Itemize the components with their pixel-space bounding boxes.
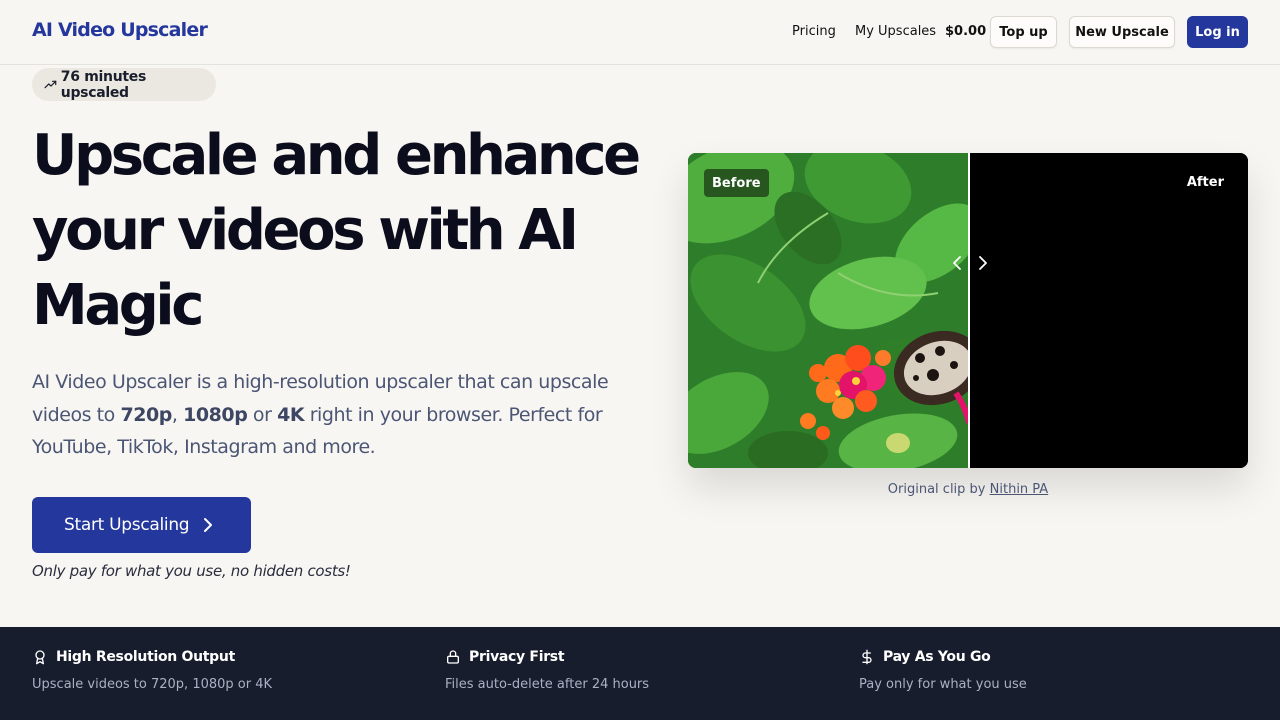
feature-title: High Resolution Output <box>56 649 235 665</box>
resolution-720p: 720p <box>120 403 172 426</box>
credit-balance: $0.00 <box>945 24 987 39</box>
dollar-icon <box>862 649 872 665</box>
headline-line: your videos with AI <box>32 198 579 263</box>
before-label: Before <box>704 169 769 197</box>
nav-my-upscales-link[interactable]: My Upscales <box>855 24 936 39</box>
slider-divider[interactable] <box>968 153 970 468</box>
top-up-button[interactable]: Top up <box>990 16 1057 48</box>
after-label: After <box>1186 175 1224 190</box>
feature-title: Pay As You Go <box>883 649 991 665</box>
resolution-4k: 4K <box>277 403 305 426</box>
before-image: Before <box>688 153 969 468</box>
cta-label: Start Upscaling <box>64 515 190 535</box>
after-image: After <box>970 153 1248 468</box>
headline-line: Upscale and enhance <box>32 123 641 188</box>
pricing-note: Only pay for what you use, no hidden cos… <box>32 562 351 580</box>
slider-handle-icon[interactable] <box>951 253 989 273</box>
new-upscale-button[interactable]: New Upscale <box>1069 16 1175 48</box>
hero-description: AI Video Upscaler is a high-resolution u… <box>32 366 632 464</box>
butterfly-flower-image <box>688 153 969 468</box>
lock-icon <box>447 650 459 664</box>
feature-high-resolution: High Resolution Output Upscale videos to… <box>32 649 272 692</box>
feature-desc: Pay only for what you use <box>859 677 1027 692</box>
site-logo[interactable]: AI Video Upscaler <box>32 19 208 41</box>
clip-credit: Original clip by Nithin PA <box>688 482 1248 497</box>
desc-separator: , <box>171 403 184 426</box>
before-after-slider[interactable]: Before After <box>688 153 1248 468</box>
feature-desc: Files auto-delete after 24 hours <box>445 677 650 692</box>
credit-author-link[interactable]: Nithin PA <box>990 482 1049 497</box>
feature-pay-as-you-go: Pay As You Go Pay only for what you use <box>859 649 1027 692</box>
desc-separator: or <box>247 403 278 426</box>
start-upscaling-button[interactable]: Start Upscaling <box>32 497 251 553</box>
chevron-right-icon <box>204 518 213 532</box>
credit-prefix: Original clip by <box>887 482 990 497</box>
feature-title: Privacy First <box>469 649 565 665</box>
site-header: AI Video Upscaler Pricing My Upscales $0… <box>0 0 1280 65</box>
feature-desc: Upscale videos to 720p, 1080p or 4K <box>32 677 273 692</box>
resolution-1080p: 1080p <box>183 403 248 426</box>
minutes-upscaled-badge: 76 minutes upscaled <box>32 68 216 101</box>
award-icon <box>35 650 45 665</box>
feature-privacy: Privacy First Files auto-delete after 24… <box>445 649 649 692</box>
headline-line: Magic <box>32 273 204 338</box>
login-button[interactable]: Log in <box>1187 16 1248 48</box>
features-band: High Resolution Output Upscale videos to… <box>0 627 1280 720</box>
hero-headline: Upscale and enhance your videos with AI … <box>32 118 652 343</box>
trending-up-icon <box>44 80 57 89</box>
badge-text: 76 minutes upscaled <box>60 68 147 101</box>
nav-pricing-link[interactable]: Pricing <box>792 24 836 39</box>
